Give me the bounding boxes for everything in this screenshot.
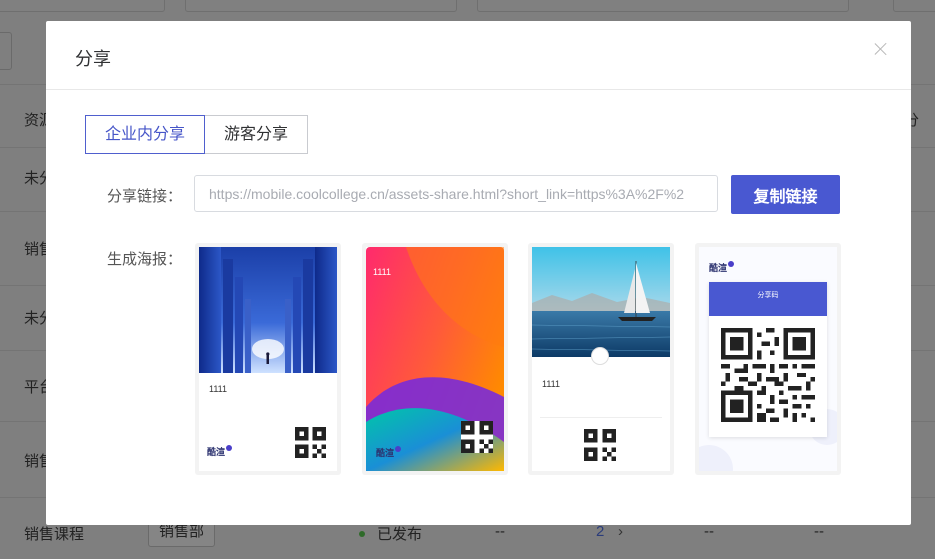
poster-option-buildings[interactable]: 1111 酷渲 (195, 243, 341, 475)
background-filter-field (893, 0, 935, 12)
qr-card: 分享码 (709, 282, 827, 437)
poster-option-gradient[interactable]: 1111 酷渲 (362, 243, 508, 475)
dialog-title: 分享 (75, 49, 111, 69)
share-dialog: 分享 企业内分享 游客分享 分享链接： 复制链接 生成海报： (46, 21, 911, 525)
poster-card: 1111 酷渲 (366, 247, 504, 471)
poster-card: 酷渲 分享码 (699, 247, 837, 471)
tab-enterprise-share[interactable]: 企业内分享 (85, 115, 206, 154)
qr-card-banner: 分享码 (709, 282, 827, 316)
qr-code-icon (721, 328, 815, 422)
qr-code-icon (295, 427, 326, 458)
poster-card: 1111 酷渲 (199, 247, 337, 471)
share-link-input[interactable] (194, 175, 718, 212)
copy-link-button[interactable]: 复制链接 (731, 175, 840, 214)
poster-logo: 酷渲 (376, 446, 402, 459)
background-filter-field (0, 0, 165, 12)
poster-title: 1111 (542, 379, 561, 389)
poster-option-sailboat[interactable]: 1111 (528, 243, 674, 475)
poster-label: 生成海报： (107, 251, 183, 268)
poster-title: 1111 (373, 267, 392, 277)
chevron-right-icon: › (618, 523, 623, 540)
background-button (0, 32, 12, 70)
share-link-label: 分享链接： (107, 188, 183, 205)
background-filter-field (477, 0, 849, 12)
poster-buildings-image (199, 247, 337, 373)
avatar (591, 347, 609, 365)
status-dot-icon (359, 531, 365, 537)
qr-code-icon (584, 429, 616, 461)
background-course-name: 销售课程 (24, 526, 85, 543)
background-cell: -- (704, 523, 714, 540)
qr-code-icon (461, 421, 493, 453)
poster-option-qr-card[interactable]: 酷渲 分享码 (695, 243, 841, 475)
dialog-header: 分享 (46, 21, 911, 90)
close-icon[interactable] (873, 41, 889, 57)
poster-logo: 酷渲 (709, 261, 735, 274)
qr-card-banner-text: 分享码 (757, 292, 779, 299)
background-count: 2 (596, 523, 605, 540)
background-cell: -- (495, 523, 505, 540)
poster-logo: 酷渲 (207, 445, 233, 458)
background-status: 已发布 (377, 526, 423, 543)
poster-title: 1111 (209, 384, 228, 394)
share-tabs: 企业内分享 游客分享 (85, 115, 309, 154)
divider (540, 417, 662, 418)
poster-card: 1111 (532, 247, 670, 471)
poster-sailboat-image (532, 247, 670, 357)
background-cell: -- (814, 523, 824, 540)
tab-guest-share[interactable]: 游客分享 (205, 115, 309, 154)
background-filter-field (185, 0, 457, 12)
